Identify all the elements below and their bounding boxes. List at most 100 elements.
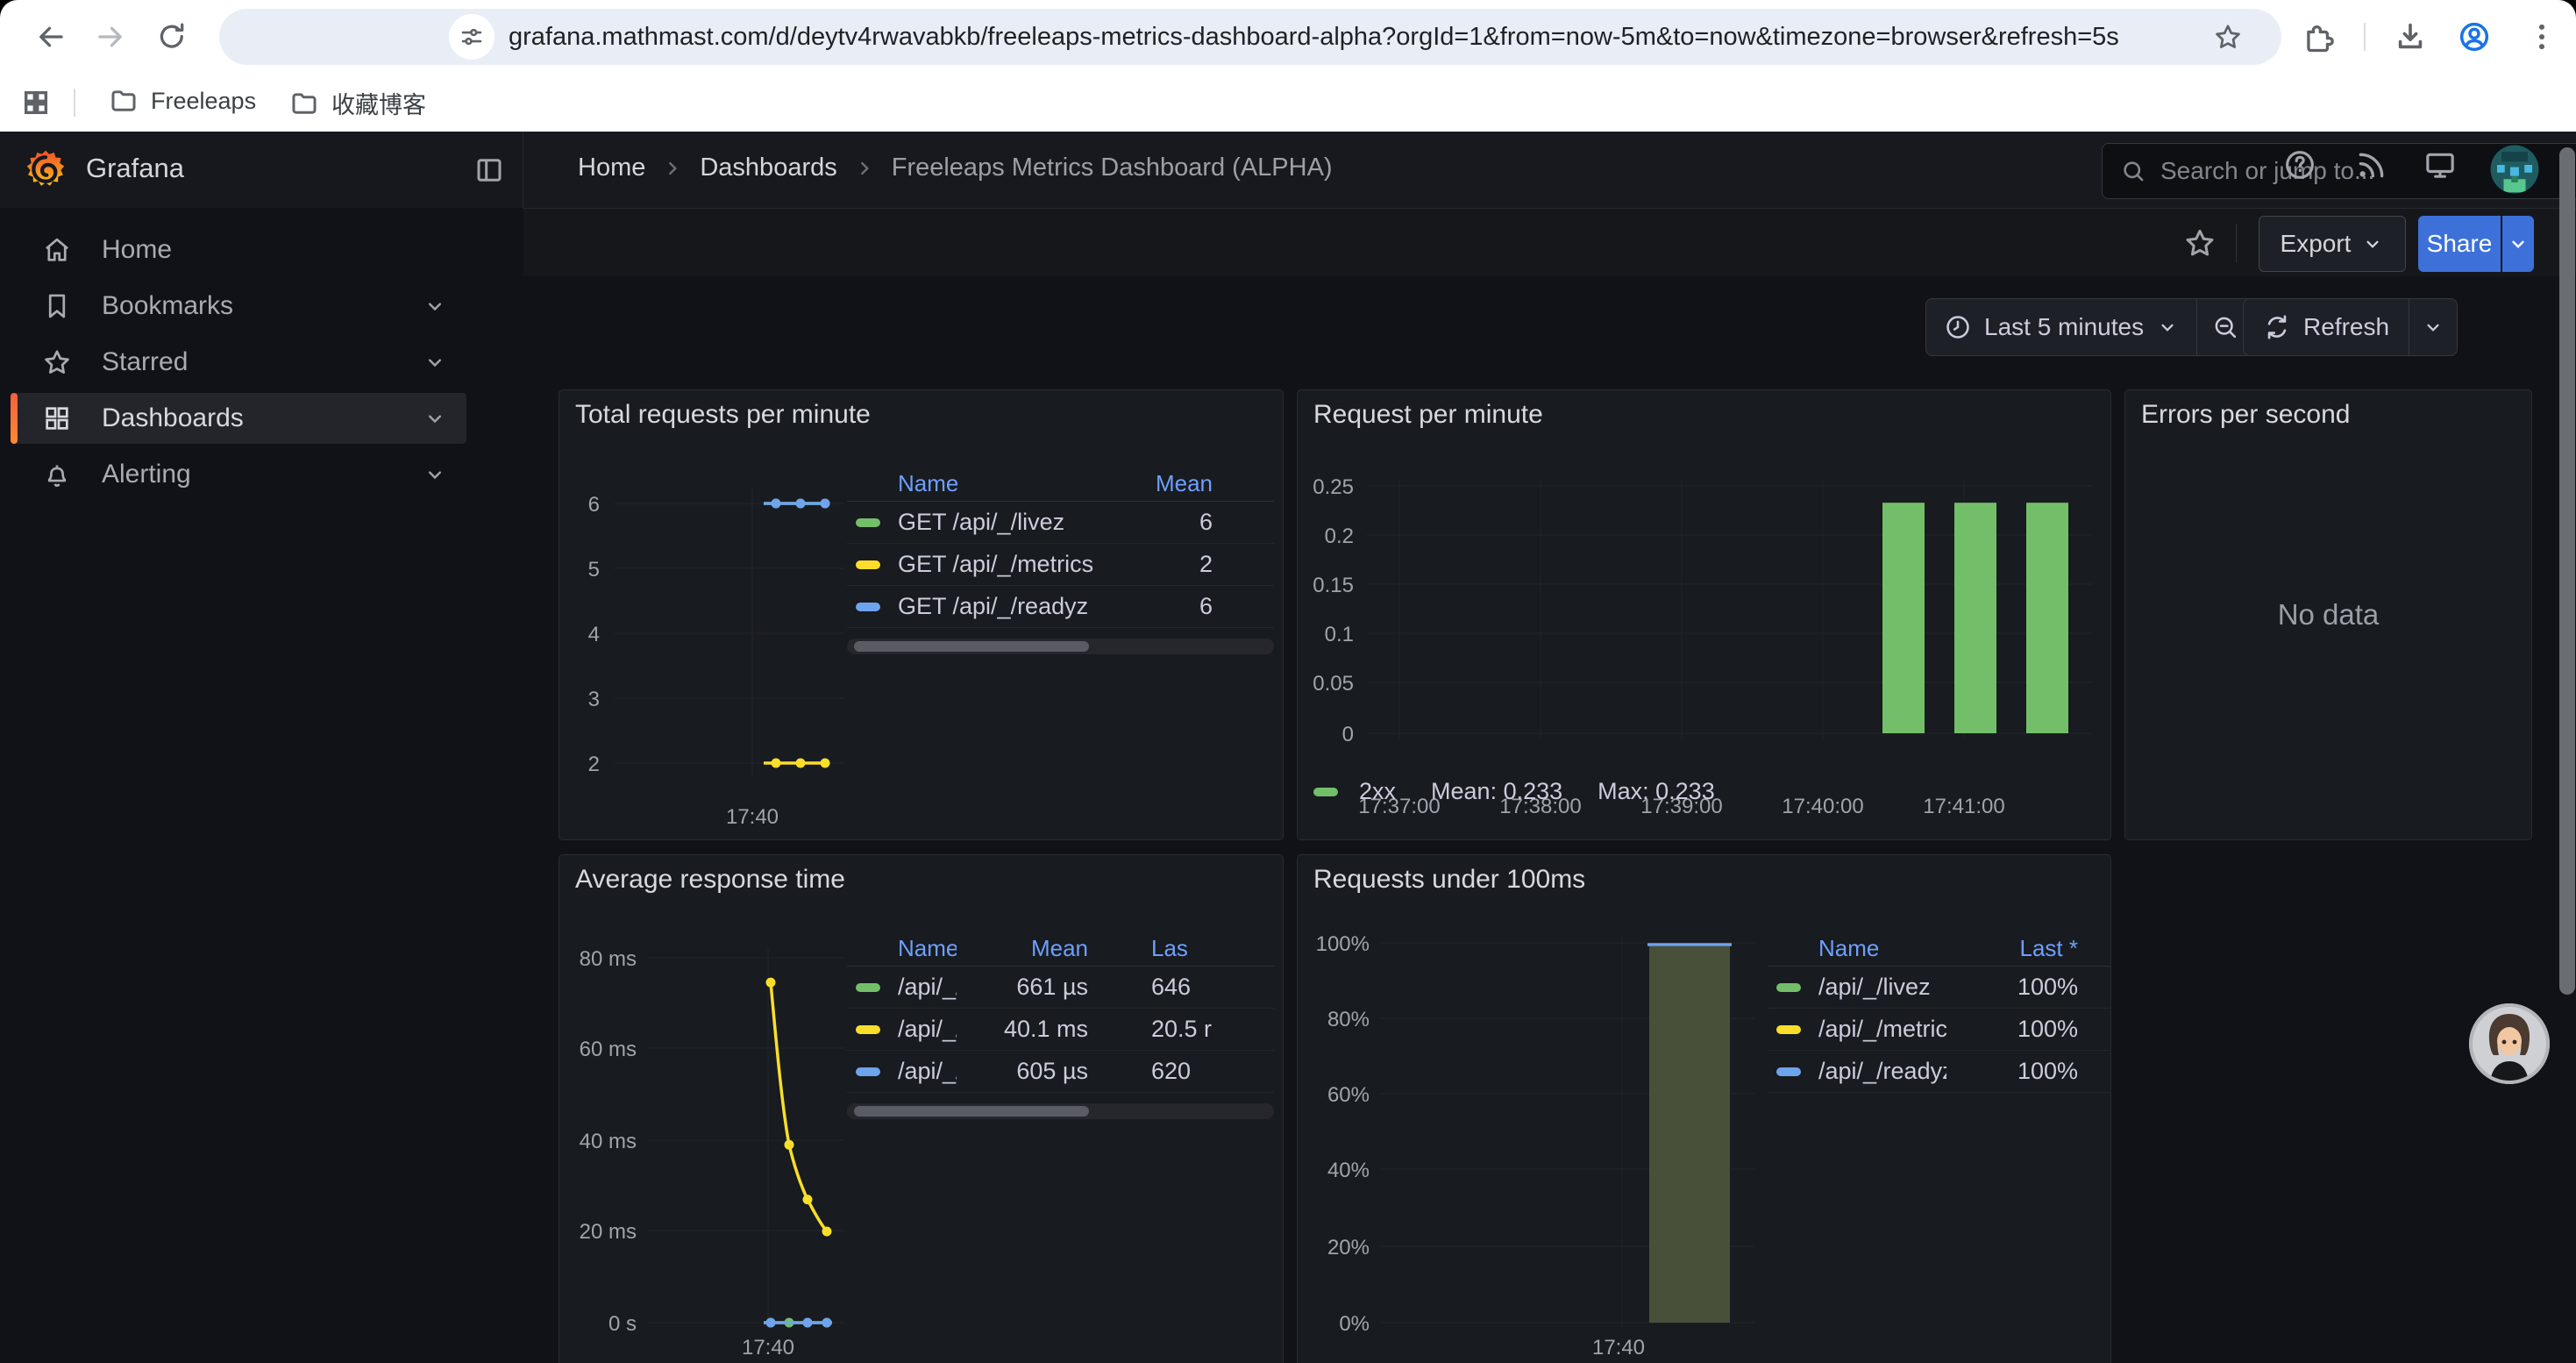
brand-title: Grafana <box>86 153 184 184</box>
breadcrumb-home[interactable]: Home <box>578 153 645 182</box>
chevron-down-icon[interactable] <box>423 462 447 487</box>
time-range-label: Last 5 minutes <box>1984 313 2144 341</box>
panel-request-per-minute: Request per minute 0.250.20.150.10.05017… <box>1297 389 2111 840</box>
forward-button[interactable] <box>95 21 126 57</box>
bell-icon <box>42 460 72 489</box>
bookmark-item-blogs[interactable]: 收藏博客 <box>289 86 426 120</box>
assistant-avatar-widget[interactable] <box>2467 1002 2551 1086</box>
chevron-down-icon <box>2361 232 2384 255</box>
page-scrollbar[interactable] <box>2559 147 2575 995</box>
extensions-button[interactable] <box>2302 20 2335 58</box>
series-swatch <box>1776 1067 1801 1076</box>
legend-col-name[interactable]: Name <box>1768 935 1946 962</box>
chart-legend[interactable]: 2xx Mean: 0.233 Max: 0.233 <box>1313 778 1715 805</box>
legend-col-last[interactable]: Last * <box>1946 935 2110 962</box>
apps-grid-button[interactable] <box>21 88 51 122</box>
sidebar-item-home[interactable]: Home <box>11 225 466 275</box>
svg-text:17:40: 17:40 <box>1592 1336 1645 1359</box>
legend-col-last[interactable]: Las <box>1088 935 1274 962</box>
legend-row[interactable]: /api/_/readyz 605 µs 620 <box>847 1051 1274 1093</box>
legend-col-name[interactable]: Name <box>847 935 957 962</box>
svg-text:0.15: 0.15 <box>1313 574 1354 597</box>
share-button[interactable]: Share <box>2418 216 2501 272</box>
legend-scrollbar[interactable] <box>847 639 1274 654</box>
legend-table: Name Mean Las /api/_/livez 661 µs 646 /a… <box>847 931 1274 1119</box>
series-swatch <box>1313 788 1338 796</box>
legend-row[interactable]: GET /api/_/readyz 6 <box>847 586 1274 628</box>
refresh-button[interactable]: Refresh <box>2244 313 2409 341</box>
arrow-right-icon <box>95 21 126 53</box>
chevron-down-icon <box>2156 316 2179 339</box>
breadcrumb-current: Freeleaps Metrics Dashboard (ALPHA) <box>892 153 1333 182</box>
chevron-down-icon[interactable] <box>423 350 447 375</box>
url-bar[interactable]: grafana.mathmast.com/d/deytv4rwavabkb/fr… <box>219 9 2281 65</box>
legend-col-mean[interactable]: Mean <box>957 935 1088 962</box>
scrollbar-thumb[interactable] <box>854 1106 1089 1117</box>
star-icon <box>2183 226 2217 260</box>
bookmark-page-button[interactable] <box>2213 22 2243 56</box>
time-range-picker[interactable]: Last 5 minutes <box>1926 313 2196 341</box>
share-label: Share <box>2427 230 2493 258</box>
legend-row[interactable]: GET /api/_/livez 6 <box>847 502 1274 544</box>
legend-row[interactable]: /api/_/readyz 100% <box>1768 1051 2110 1093</box>
legend-row[interactable]: /api/_/livez 100% <box>1768 967 2110 1009</box>
reload-icon <box>156 21 188 53</box>
help-icon <box>2282 147 2317 182</box>
sidebar-item-label: Bookmarks <box>102 291 233 321</box>
legend-row[interactable]: /api/_/livez 661 µs 646 <box>847 967 1274 1009</box>
series-swatch <box>856 603 880 611</box>
series-swatch <box>1776 983 1801 992</box>
tune-icon <box>459 24 485 50</box>
browser-menu-button[interactable] <box>2525 20 2558 58</box>
dock-menu-button[interactable] <box>473 154 505 190</box>
toolbar-divider <box>2364 23 2366 51</box>
chevron-right-icon <box>661 157 684 180</box>
scrollbar-thumb[interactable] <box>854 641 1089 652</box>
chevron-down-icon[interactable] <box>423 294 447 318</box>
site-settings-button[interactable] <box>449 14 495 60</box>
svg-text:4: 4 <box>588 623 600 646</box>
downloads-button[interactable] <box>2394 20 2427 58</box>
legend-mean: Mean: 0.233 <box>1431 778 1562 805</box>
url-text: grafana.mathmast.com/d/deytv4rwavabkb/fr… <box>509 9 2119 65</box>
svg-text:0.05: 0.05 <box>1313 672 1354 696</box>
profile-button[interactable] <box>2457 19 2492 59</box>
legend-row[interactable]: /api/_/metrics 40.1 ms 20.5 r <box>847 1009 1274 1051</box>
user-avatar[interactable] <box>2488 143 2541 200</box>
avatar-icon <box>2488 143 2541 196</box>
sidebar-item-dashboards[interactable]: Dashboards <box>11 393 466 444</box>
sidebar-item-starred[interactable]: Starred <box>11 337 466 388</box>
legend-col-name[interactable]: Name <box>847 470 1107 497</box>
share-menu-button[interactable] <box>2502 216 2534 272</box>
sidebar-item-bookmarks[interactable]: Bookmarks <box>11 281 466 332</box>
star-icon <box>2213 22 2243 52</box>
request-per-minute-chart: 0.250.20.150.10.05017:37:0017:38:0017:39… <box>1298 390 2110 839</box>
star-dashboard-button[interactable] <box>2183 226 2217 264</box>
legend-col-mean[interactable]: Mean <box>1107 470 1274 497</box>
refresh-label: Refresh <box>2303 313 2389 341</box>
folder-icon <box>289 89 319 118</box>
legend-row[interactable]: /api/_/metrics 100% <box>1768 1009 2110 1051</box>
news-button[interactable] <box>2354 147 2389 182</box>
panel-left-icon <box>473 154 505 186</box>
help-button[interactable] <box>2282 147 2317 182</box>
svg-text:80 ms: 80 ms <box>580 947 637 971</box>
chevron-down-icon[interactable] <box>423 406 447 431</box>
legend-row[interactable]: GET /api/_/metrics 2 <box>847 544 1274 586</box>
chevron-down-icon <box>2507 232 2530 255</box>
breadcrumb-dashboards[interactable]: Dashboards <box>700 153 836 182</box>
grafana-logo[interactable] <box>23 147 68 197</box>
bookmark-item-freeleaps[interactable]: Freeleaps <box>109 86 256 116</box>
display-button[interactable] <box>2423 147 2458 182</box>
back-button[interactable] <box>35 21 67 57</box>
dashboard-toolbar: Export Share <box>523 209 2576 277</box>
export-button[interactable]: Export <box>2259 216 2406 272</box>
legend-header: Name Mean <box>847 466 1274 502</box>
refresh-interval-button[interactable] <box>2409 316 2457 339</box>
svg-text:5: 5 <box>588 558 600 582</box>
legend-scrollbar[interactable] <box>847 1103 1274 1119</box>
panel-avg-response-time: Average response time 80 ms60 ms40 ms20 … <box>559 854 1284 1363</box>
sidebar-item-alerting[interactable]: Alerting <box>11 449 466 500</box>
reload-button[interactable] <box>156 21 188 57</box>
svg-text:20%: 20% <box>1327 1236 1370 1260</box>
